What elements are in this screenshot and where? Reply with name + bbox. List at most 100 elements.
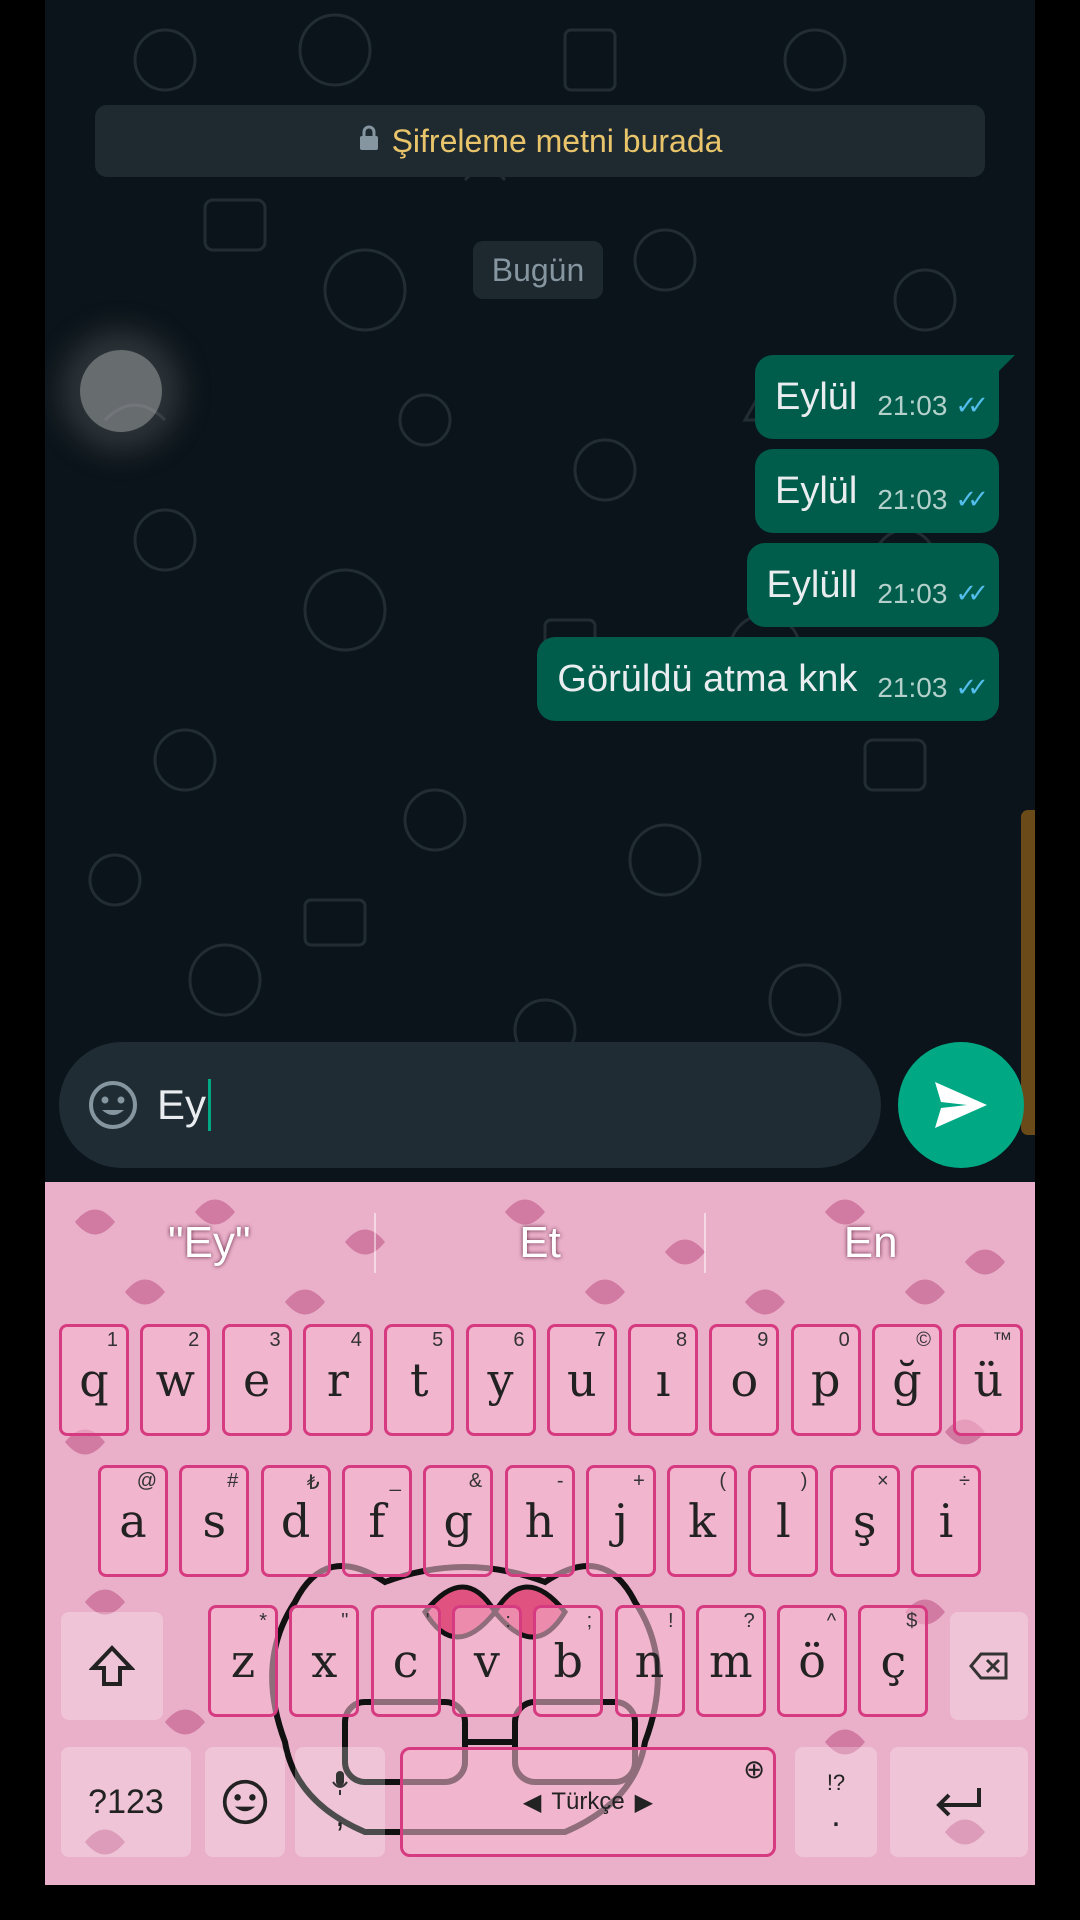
key-x[interactable]: " x (289, 1605, 360, 1717)
message-bubble[interactable]: Eylül 21:03 ✓✓ (754, 449, 999, 533)
key-q[interactable]: 1q (59, 1324, 129, 1436)
period-label: . (831, 1795, 841, 1834)
key-label: t (409, 1353, 429, 1407)
key-label: j (613, 1494, 628, 1548)
key-o[interactable]: 9o (709, 1324, 780, 1436)
message-composer[interactable]: Ey (59, 1042, 881, 1168)
message-input[interactable]: Ey (157, 1079, 212, 1131)
key-label: n (634, 1634, 665, 1688)
send-button[interactable] (898, 1042, 1024, 1168)
key-hint: ₺ (306, 1472, 320, 1494)
key-g[interactable]: & g (423, 1465, 494, 1577)
emoji-icon[interactable] (87, 1079, 139, 1131)
key-i[interactable]: ÷ i (911, 1465, 981, 1577)
chat-background: Şifreleme metni burada Bugün Eylül 21:03… (45, 0, 1035, 1182)
message-time: 21:03 (877, 484, 948, 515)
key-hint: - (556, 1470, 564, 1492)
key-b[interactable]: ; b (533, 1605, 604, 1717)
key-hint: ? (743, 1610, 755, 1632)
key-hint: 0 (838, 1329, 850, 1351)
key-k[interactable]: (k (667, 1465, 738, 1577)
key-label: ı (655, 1353, 671, 1407)
key-z[interactable]: * z (208, 1605, 278, 1717)
key-ğ[interactable]: © ğ (872, 1324, 942, 1436)
key-j[interactable]: + j (585, 1465, 656, 1577)
comma-label: , (335, 1795, 345, 1834)
encryption-notice[interactable]: Şifreleme metni burada (95, 105, 985, 177)
read-ticks-icon: ✓✓ (955, 577, 988, 608)
symbols-key[interactable]: ?123 (61, 1747, 191, 1857)
key-hint: ) (800, 1470, 808, 1492)
key-s[interactable]: # s (179, 1465, 250, 1577)
suggestion-1[interactable]: "Ey" (45, 1218, 374, 1268)
period-key[interactable]: !? . (795, 1747, 877, 1857)
key-label: s (202, 1494, 227, 1548)
key-e[interactable]: 3e (221, 1324, 292, 1436)
key-hint: $ (906, 1610, 918, 1632)
key-hint: × (877, 1470, 889, 1492)
key-hint: 8 (675, 1329, 688, 1351)
key-label: w (155, 1353, 195, 1407)
message-text: Görüldü atma knk (557, 657, 858, 700)
shift-icon (89, 1645, 135, 1686)
key-a[interactable]: @ a (98, 1465, 168, 1577)
text-caret (208, 1079, 212, 1131)
key-d[interactable]: ₺ d (260, 1465, 331, 1577)
shift-key[interactable] (61, 1612, 163, 1720)
key-y[interactable]: 6y (465, 1324, 536, 1436)
message-bubble[interactable]: Eylül 21:03 ✓✓ (754, 355, 999, 439)
key-r[interactable]: 4r (302, 1324, 373, 1436)
key-hint: 3 (269, 1329, 281, 1351)
key-label: k (688, 1494, 717, 1548)
keyboard: "Ey" Et En 1 q 2 w 3 e 4 r 5 t 6 y 7 u 8 ı 9 o 0 p © ğ ™ ü @ a # s ₺… (45, 1182, 1035, 1885)
space-key[interactable]: ◀ Türkçe ▶ ⊕ (400, 1747, 776, 1857)
key-hint: " (341, 1610, 349, 1632)
key-hint: 6 (513, 1329, 525, 1351)
message-bubble[interactable]: Eylüll 21:03 ✓✓ (746, 543, 999, 627)
key-hint: ( (719, 1470, 727, 1492)
period-hint: !? (826, 1769, 846, 1795)
key-label: f (368, 1494, 386, 1548)
key-u[interactable]: 7u (546, 1324, 617, 1436)
key-hint: # (227, 1470, 239, 1492)
space-label: Türkçe (551, 1788, 625, 1815)
key-l[interactable]: ) l (748, 1465, 819, 1577)
key-label: b (553, 1634, 583, 1688)
comma-key[interactable]: , (295, 1747, 385, 1857)
key-ç[interactable]: $ ç (858, 1605, 929, 1717)
enter-key[interactable] (890, 1747, 1028, 1857)
key-label: e (242, 1353, 271, 1407)
key-hint: _ (389, 1470, 401, 1492)
floating-touch-indicator (80, 350, 162, 432)
key-hint: 2 (188, 1329, 200, 1351)
key-ü[interactable]: ™ ü (953, 1324, 1024, 1436)
key-w[interactable]: 2w (140, 1324, 211, 1436)
key-hint: + (633, 1470, 645, 1492)
key-m[interactable]: ? m (695, 1605, 766, 1717)
emoji-key[interactable] (205, 1747, 285, 1857)
message-time: 21:03 (877, 390, 948, 421)
edge-panel-handle[interactable] (1021, 810, 1035, 1135)
key-label: d (280, 1494, 311, 1548)
key-hint: ™ (992, 1329, 1013, 1351)
key-label: ç (880, 1634, 907, 1688)
backspace-key[interactable] (950, 1612, 1028, 1720)
key-ı[interactable]: 8ı (628, 1324, 699, 1436)
key-hint: 7 (594, 1329, 606, 1351)
key-p[interactable]: 0p (790, 1324, 861, 1436)
key-hint: 1 (106, 1329, 118, 1351)
key-ş[interactable]: × ş (829, 1465, 900, 1577)
key-t[interactable]: 5t (384, 1324, 455, 1436)
key-hint: 9 (757, 1329, 769, 1351)
key-h[interactable]: -h (504, 1465, 575, 1577)
key-label: ü (973, 1353, 1004, 1407)
key-f[interactable]: _ f (341, 1465, 412, 1577)
message-bubble[interactable]: Görüldü atma knk 21:03 ✓✓ (537, 637, 999, 721)
key-c[interactable]: ' c (370, 1605, 441, 1717)
key-label: y (487, 1353, 514, 1407)
key-ö[interactable]: ^ ö (777, 1605, 848, 1717)
key-v[interactable]: :v (451, 1605, 522, 1717)
suggestion-2[interactable]: Et (376, 1218, 705, 1268)
key-n[interactable]: ! n (614, 1605, 685, 1717)
suggestion-3[interactable]: En (706, 1218, 1035, 1268)
